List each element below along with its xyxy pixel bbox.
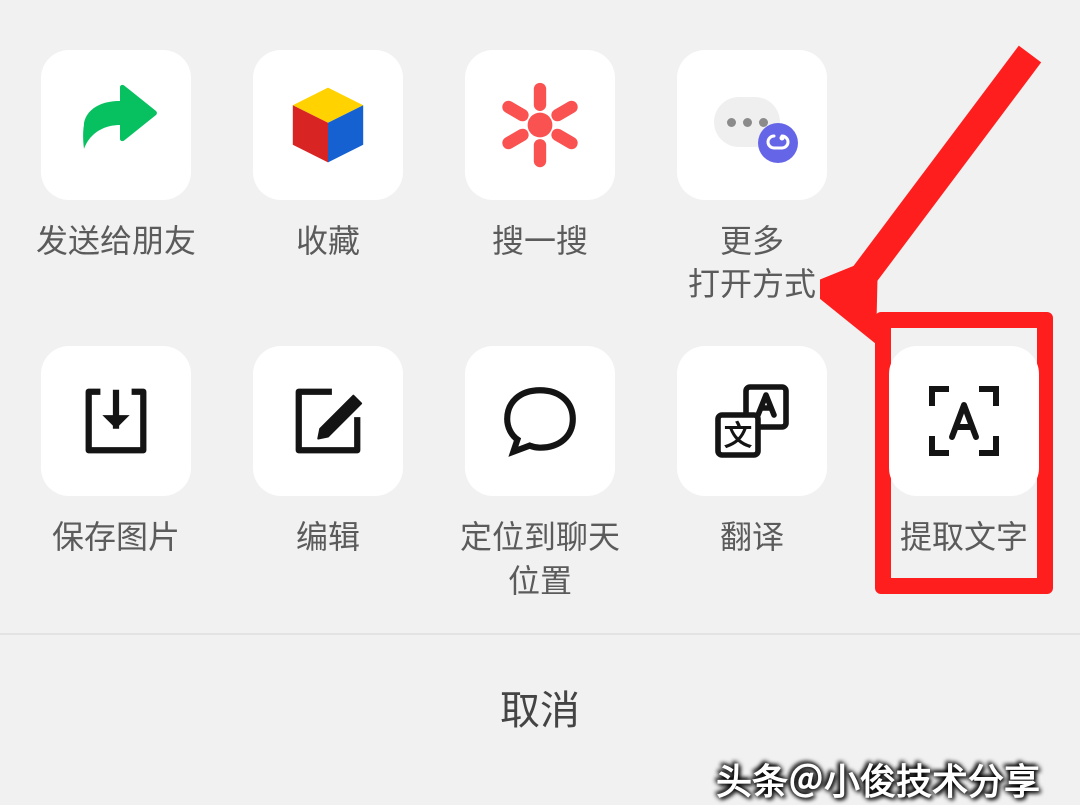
action-label: 发送给朋友: [36, 220, 196, 263]
tile: [41, 50, 191, 200]
action-search[interactable]: 搜一搜: [444, 50, 636, 306]
highlight-box: 提取文字: [875, 312, 1053, 593]
chat-bubble-icon: [499, 380, 581, 462]
action-more-open-with[interactable]: 更多 打开方式: [656, 50, 848, 306]
action-label: 定位到聊天 位置: [460, 516, 620, 602]
ocr-icon: [924, 381, 1004, 461]
action-label: 翻译: [720, 516, 784, 559]
action-grid: 发送给朋友 收藏: [0, 0, 1080, 633]
cancel-label: 取消: [500, 678, 580, 736]
tile: [889, 346, 1039, 496]
action-favorite[interactable]: 收藏: [232, 50, 424, 306]
tile: [465, 50, 615, 200]
action-extract-text[interactable]: 提取文字: [868, 346, 1060, 602]
translate-icon: 文: [712, 381, 792, 461]
action-save-image[interactable]: 保存图片: [20, 346, 212, 602]
svg-text:文: 文: [724, 419, 752, 451]
action-edit[interactable]: 编辑: [232, 346, 424, 602]
action-sheet: 发送给朋友 收藏: [0, 0, 1080, 780]
action-label: 更多 打开方式: [688, 220, 816, 306]
download-icon: [77, 382, 155, 460]
action-label: 提取文字: [900, 516, 1028, 559]
share-arrow-icon: [68, 77, 164, 173]
tile: [41, 346, 191, 496]
action-label: 收藏: [296, 220, 360, 263]
action-label: 编辑: [296, 516, 360, 559]
tile: [253, 346, 403, 496]
action-send-to-friend[interactable]: 发送给朋友: [20, 50, 212, 306]
action-label: 搜一搜: [492, 220, 588, 263]
edit-icon: [289, 382, 367, 460]
action-label: 保存图片: [52, 516, 180, 559]
tile: 文: [677, 346, 827, 496]
asterisk-icon: [495, 80, 585, 170]
more-mini-icon: [704, 77, 800, 173]
action-locate-in-chat[interactable]: 定位到聊天 位置: [444, 346, 636, 602]
watermark-text: 头条＠小俊技术分享: [716, 753, 1040, 805]
tile: [253, 50, 403, 200]
tile: [465, 346, 615, 496]
action-translate[interactable]: 文 翻译: [656, 346, 848, 602]
tile: [677, 50, 827, 200]
cube-icon: [284, 81, 372, 169]
